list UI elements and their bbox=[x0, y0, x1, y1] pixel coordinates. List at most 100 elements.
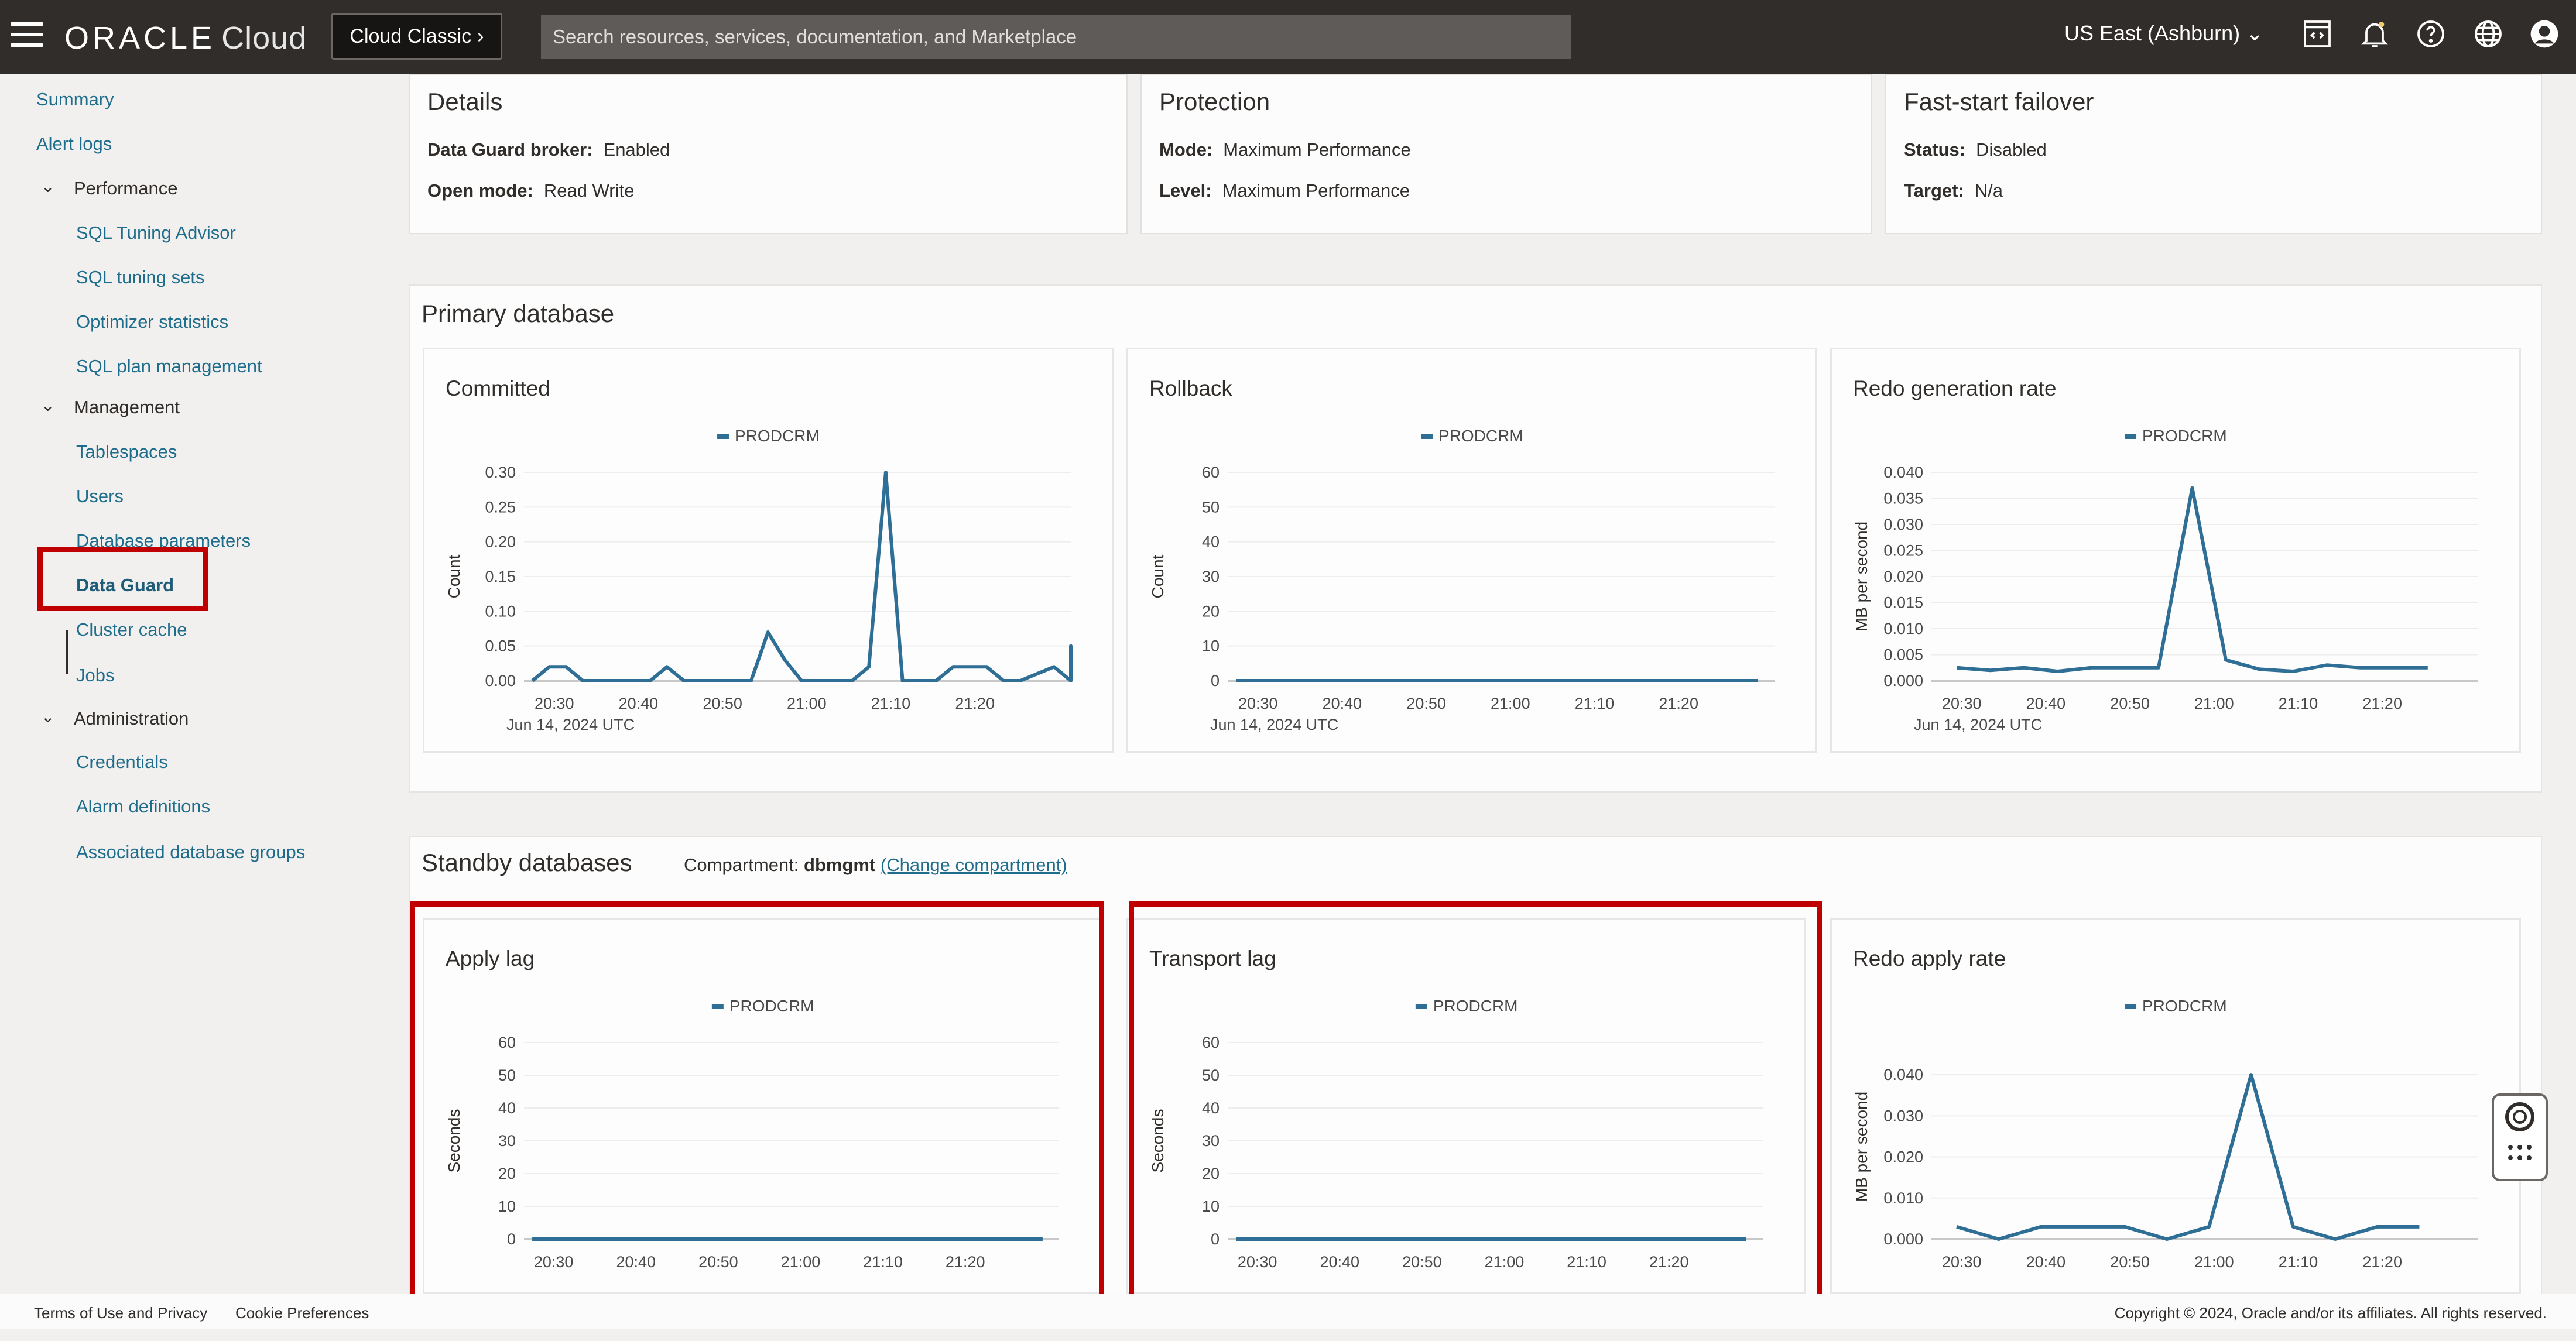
chevron-down-icon[interactable]: ⌄ bbox=[41, 177, 54, 196]
y-tick-label: 0.005 bbox=[1883, 646, 1923, 664]
help-widget[interactable] bbox=[2492, 1093, 2548, 1181]
legend-label: PRODCRM bbox=[2142, 997, 2227, 1015]
x-tick-label: 21:20 bbox=[1649, 1253, 1689, 1271]
redo-generation-chart-card: Redo generation rate PRODCRM MB per second… bbox=[1830, 348, 2521, 753]
chevron-right-icon: › bbox=[477, 25, 484, 47]
y-tick-label: 0.040 bbox=[1883, 1066, 1923, 1083]
legend-label: PRODCRM bbox=[2142, 427, 2227, 445]
legend[interactable]: PRODCRM bbox=[1415, 997, 1518, 1015]
sidebar-item-administration[interactable]: Administration bbox=[74, 708, 189, 729]
sidebar-item-associated-database-groups[interactable]: Associated database groups bbox=[76, 842, 305, 863]
profile-icon[interactable] bbox=[2527, 18, 2562, 53]
active-indicator bbox=[66, 630, 68, 674]
bell-icon[interactable] bbox=[2357, 18, 2392, 53]
y-tick-label: 0.025 bbox=[1883, 542, 1923, 560]
x-tick-label: 20:50 bbox=[703, 695, 742, 712]
x-tick-label: 21:10 bbox=[1567, 1253, 1606, 1271]
y-tick-label: 20 bbox=[498, 1165, 516, 1182]
legend[interactable]: PRODCRM bbox=[717, 427, 820, 445]
sidebar-item-management[interactable]: Management bbox=[74, 397, 180, 418]
status-row: Status: Disabled bbox=[1904, 139, 2047, 160]
sidebar-item-credentials[interactable]: Credentials bbox=[76, 752, 168, 773]
y-axis-label: Count bbox=[445, 554, 463, 598]
legend[interactable]: PRODCRM bbox=[2125, 997, 2227, 1015]
y-tick-label: 10 bbox=[1202, 1198, 1220, 1215]
x-tick-label: 21:20 bbox=[1659, 695, 1698, 712]
y-tick-label: 50 bbox=[1202, 1066, 1220, 1084]
y-tick-label: 0.015 bbox=[1883, 594, 1923, 612]
sidebar-item-sql-plan-management[interactable]: SQL plan management bbox=[76, 356, 262, 377]
chevron-down-icon[interactable]: ⌄ bbox=[41, 396, 54, 415]
code-editor-icon[interactable] bbox=[2300, 18, 2335, 53]
x-tick-label: 20:30 bbox=[1238, 695, 1278, 712]
legend-label: PRODCRM bbox=[735, 427, 820, 445]
lifebuoy-icon bbox=[2505, 1102, 2534, 1160]
y-tick-label: 40 bbox=[1202, 533, 1220, 551]
y-tick-label: 0.00 bbox=[485, 672, 516, 690]
x-tick-label: 20:50 bbox=[2110, 695, 2150, 712]
y-tick-label: 20 bbox=[1202, 1165, 1220, 1182]
globe-icon[interactable] bbox=[2471, 18, 2506, 53]
redo-apply-chart-card: Redo apply rate PRODCRM MB per second 0.000… bbox=[1830, 918, 2521, 1294]
x-tick-label: 20:50 bbox=[1406, 695, 1446, 712]
sidebar-item-performance[interactable]: Performance bbox=[74, 178, 177, 199]
y-axis-label: Count bbox=[1149, 554, 1167, 598]
help-icon[interactable] bbox=[2413, 18, 2448, 53]
y-tick-label: 0.15 bbox=[485, 568, 516, 585]
sidebar-item-data-guard[interactable]: Data Guard bbox=[76, 575, 174, 596]
sidebar-item-summary[interactable]: Summary bbox=[36, 89, 114, 110]
legend-marker bbox=[717, 434, 729, 439]
sidebar-item-optimizer-statistics[interactable]: Optimizer statistics bbox=[76, 311, 228, 332]
y-tick-label: 40 bbox=[498, 1099, 516, 1117]
cookie-preferences-link[interactable]: Cookie Preferences bbox=[235, 1304, 369, 1322]
x-axis-date-label: Jun 14, 2024 UTC bbox=[1210, 716, 1338, 733]
x-tick-label: 21:10 bbox=[2279, 1253, 2318, 1271]
x-tick-label: 20:40 bbox=[616, 1253, 656, 1271]
x-axis-date-label: Jun 14, 2024 UTC bbox=[1914, 716, 2042, 733]
legend[interactable]: PRODCRM bbox=[1421, 427, 1523, 445]
legend[interactable]: PRODCRM bbox=[711, 997, 814, 1015]
y-tick-label: 10 bbox=[498, 1198, 516, 1215]
y-axis-label: MB per second bbox=[1852, 522, 1871, 632]
x-tick-label: 21:10 bbox=[1575, 695, 1615, 712]
x-tick-label: 20:50 bbox=[1402, 1253, 1442, 1271]
menu-icon[interactable] bbox=[11, 22, 43, 49]
legend-marker bbox=[2125, 1004, 2137, 1009]
target-row: Target: N/a bbox=[1904, 180, 2003, 201]
y-tick-label: 0.030 bbox=[1883, 516, 1923, 533]
failover-title: Fast-start failover bbox=[1904, 88, 2094, 115]
x-tick-label: 20:30 bbox=[1942, 1253, 1982, 1271]
sidebar-item-jobs[interactable]: Jobs bbox=[76, 665, 114, 686]
y-tick-label: 0.010 bbox=[1883, 1189, 1923, 1207]
oracle-cloud-logo[interactable]: ORACLE Cloud bbox=[64, 20, 307, 56]
sidebar-item-alert-logs[interactable]: Alert logs bbox=[36, 133, 112, 155]
open-mode-value: Read Write bbox=[543, 180, 635, 201]
footer: Terms of Use and Privacy Cookie Preferen… bbox=[0, 1294, 2576, 1329]
legend-label: PRODCRM bbox=[1438, 427, 1523, 445]
sidebar-item-cluster-cache[interactable]: Cluster cache bbox=[76, 619, 187, 640]
chevron-down-icon[interactable]: ⌄ bbox=[41, 707, 54, 726]
cloud-classic-button[interactable]: Cloud Classic › bbox=[331, 13, 502, 60]
sidebar-item-tablespaces[interactable]: Tablespaces bbox=[76, 441, 177, 462]
region-selector[interactable]: US East (Ashburn) ⌄ bbox=[2064, 21, 2263, 46]
y-axis-label: MB per second bbox=[1852, 1092, 1871, 1202]
y-tick-label: 30 bbox=[1202, 568, 1220, 585]
sidebar-item-alarm-definitions[interactable]: Alarm definitions bbox=[76, 796, 210, 817]
x-tick-label: 21:00 bbox=[787, 695, 827, 712]
fast-start-failover-card: Fast-start failover Status: Disabled Targ… bbox=[1885, 74, 2542, 234]
sidebar-item-sql-tuning-sets[interactable]: SQL tuning sets bbox=[76, 267, 204, 288]
transport-lag-chart: PRODCRM Seconds 0 10 20 30 40 50 60 20:30 20:40 20:… bbox=[1149, 997, 1763, 1271]
x-tick-label: 21:20 bbox=[955, 695, 995, 712]
apply-lag-chart: PRODCRM Seconds 0 10 20 30 40 50 60 20:30 20:40 20:… bbox=[445, 997, 1059, 1271]
series-line-prodcrm[interactable] bbox=[1956, 486, 2428, 673]
sidebar-item-database-parameters[interactable]: Database parameters bbox=[76, 530, 251, 551]
y-tick-label: 0.000 bbox=[1883, 672, 1923, 690]
level-row: Level: Maximum Performance bbox=[1159, 180, 1410, 201]
terms-link[interactable]: Terms of Use and Privacy bbox=[34, 1304, 207, 1322]
change-compartment-link[interactable]: (Change compartment) bbox=[881, 855, 1067, 875]
sidebar-item-sql-tuning-advisor[interactable]: SQL Tuning Advisor bbox=[76, 222, 236, 243]
search-input[interactable]: Search resources, services, documentatio… bbox=[541, 15, 1571, 59]
sidebar-item-users[interactable]: Users bbox=[76, 486, 124, 507]
legend[interactable]: PRODCRM bbox=[2125, 427, 2227, 445]
grid-dots-icon bbox=[2508, 1145, 2532, 1160]
